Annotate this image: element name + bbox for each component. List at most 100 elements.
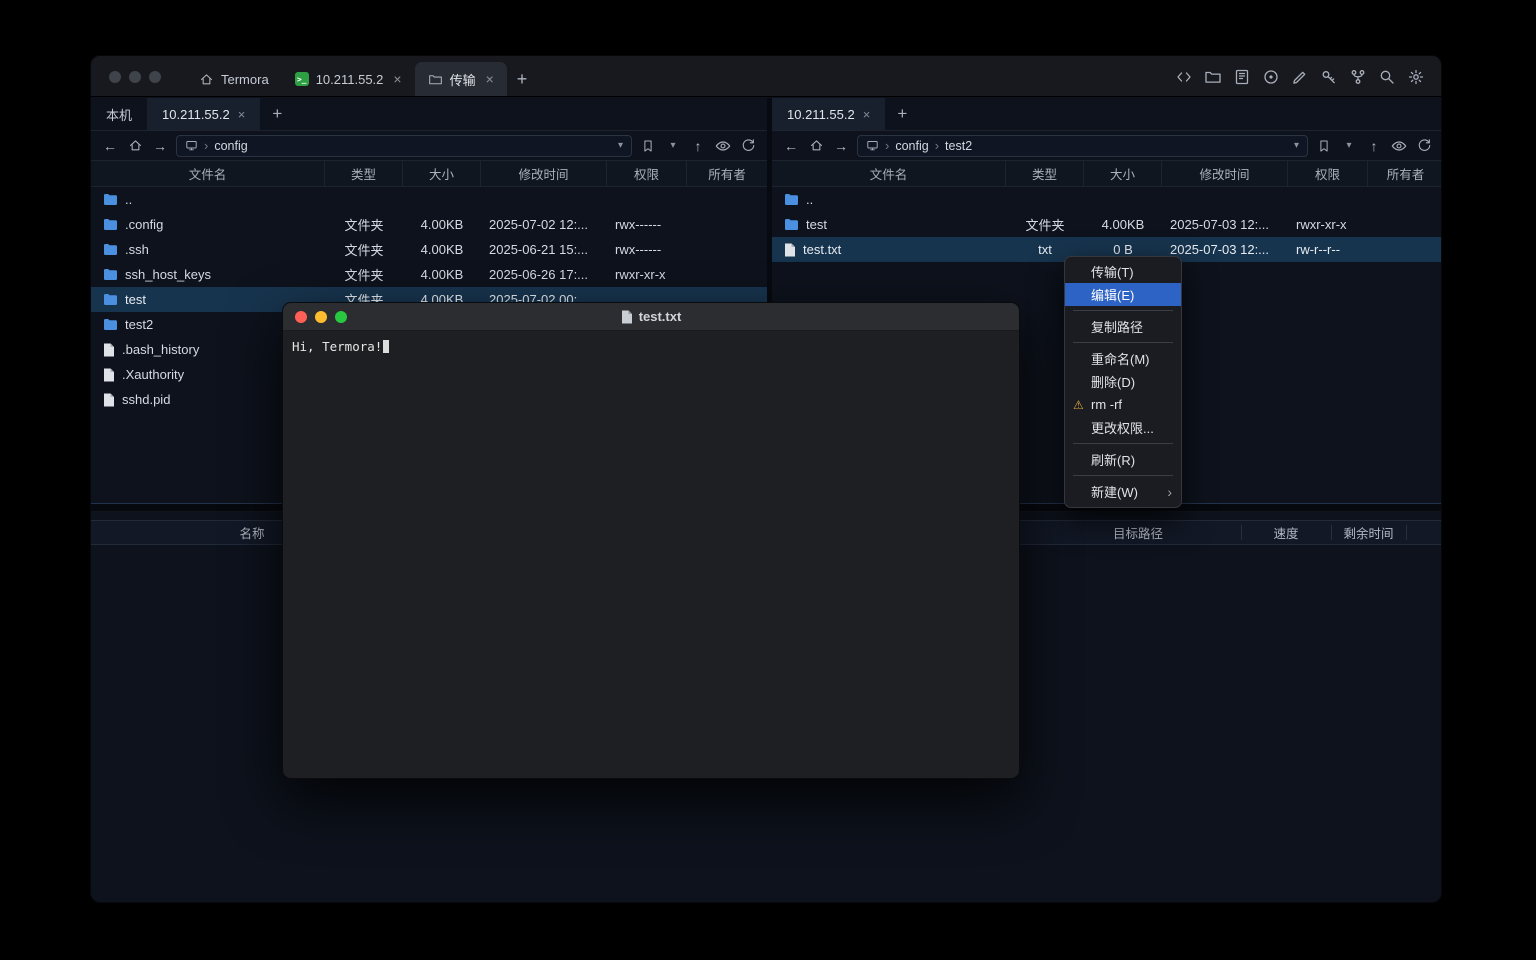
column-header-mtime[interactable]: 修改时间 (481, 161, 607, 186)
tab-ssh-session[interactable]: >_ 10.211.55.2 × (282, 62, 415, 96)
column-header-remaining[interactable]: 剩余时间 (1331, 521, 1406, 544)
file-perm: rwxr-xr-x (607, 262, 687, 287)
minimize-window-button[interactable] (315, 311, 327, 323)
path-breadcrumb[interactable]: › config ▾ (176, 135, 632, 157)
breadcrumb-segment[interactable]: config (895, 139, 928, 153)
back-button[interactable]: ← (101, 138, 119, 154)
folder-icon (1204, 68, 1222, 86)
file-row[interactable]: .config 文件夹 4.00KB 2025-07-02 12:... rwx… (91, 212, 767, 237)
editor-content[interactable]: Hi, Termora! (283, 331, 1019, 779)
file-row[interactable]: .. (91, 187, 767, 212)
tab-termora[interactable]: Termora (186, 62, 282, 96)
refresh-button[interactable] (739, 138, 757, 153)
menu-item-transfer[interactable]: 传输(T) (1065, 260, 1181, 283)
record-button[interactable] (1261, 67, 1280, 86)
forward-button[interactable]: → (832, 138, 850, 154)
tab-local[interactable]: 本机 (91, 98, 147, 130)
column-header-owner[interactable]: 所有者 (687, 161, 767, 186)
forward-button[interactable]: → (151, 138, 169, 154)
code-button[interactable] (1174, 67, 1193, 86)
home-button[interactable] (126, 138, 144, 153)
column-header-type[interactable]: 类型 (325, 161, 403, 186)
home-icon (199, 72, 214, 87)
column-header-target-path[interactable]: 目标路径 (1035, 521, 1241, 544)
column-header-name[interactable]: 文件名 (91, 161, 325, 186)
close-tab-icon[interactable]: × (238, 107, 246, 122)
search-button[interactable] (1377, 67, 1396, 86)
key-icon (1320, 68, 1338, 86)
close-tab-icon[interactable]: × (486, 72, 494, 86)
pencil-icon (1291, 68, 1309, 86)
bookmark-button[interactable] (1315, 139, 1333, 153)
tab-transfer[interactable]: 传输 × (415, 62, 507, 96)
folder-icon (103, 293, 118, 306)
menu-item-edit[interactable]: 编辑(E) (1065, 283, 1181, 306)
file-row[interactable]: test 文件夹 4.00KB 2025-07-03 12:... rwxr-x… (772, 212, 1442, 237)
column-header-perm[interactable]: 权限 (1288, 161, 1368, 186)
column-header-owner[interactable]: 所有者 (1368, 161, 1442, 186)
branch-button[interactable] (1348, 67, 1367, 86)
breadcrumb-segment[interactable]: config (214, 139, 247, 153)
column-header-size[interactable]: 大小 (403, 161, 481, 186)
close-window-button[interactable] (295, 311, 307, 323)
path-breadcrumb[interactable]: › config › test2 ▾ (857, 135, 1308, 157)
refresh-button[interactable] (1415, 138, 1433, 153)
new-panel-tab-button[interactable]: + (885, 98, 919, 130)
minimize-window-button[interactable] (129, 71, 141, 83)
new-tab-button[interactable]: + (507, 62, 538, 96)
left-table-header: 文件名 类型 大小 修改时间 权限 所有者 (91, 161, 767, 187)
keys-button[interactable] (1319, 67, 1338, 86)
window-controls (109, 71, 161, 83)
column-header-mtime[interactable]: 修改时间 (1162, 161, 1288, 186)
menu-item-chmod[interactable]: 更改权限... (1065, 416, 1181, 439)
file-owner (1368, 212, 1442, 237)
menu-separator (1073, 443, 1173, 444)
zoom-window-button[interactable] (335, 311, 347, 323)
file-name-cell: ssh_host_keys (91, 262, 325, 287)
tab-remote-host[interactable]: 10.211.55.2 × (147, 98, 260, 130)
chevron-down-icon[interactable]: ▾ (618, 140, 623, 151)
journal-button[interactable] (1232, 67, 1251, 86)
show-hidden-button[interactable] (714, 138, 732, 154)
menu-item-copy-path[interactable]: 复制路径 (1065, 315, 1181, 338)
column-header-perm[interactable]: 权限 (607, 161, 687, 186)
bookmark-dropdown-icon[interactable]: ▾ (664, 140, 682, 151)
new-panel-tab-button[interactable]: + (260, 98, 294, 130)
file-perm: rwxr-xr-x (1288, 212, 1368, 237)
menu-item-delete[interactable]: 删除(D) (1065, 370, 1181, 393)
upload-button[interactable]: ↑ (1365, 138, 1383, 154)
close-tab-icon[interactable]: × (393, 72, 401, 86)
show-hidden-button[interactable] (1390, 138, 1408, 154)
tab-remote-host[interactable]: 10.211.55.2 × (772, 98, 885, 130)
menu-item-refresh[interactable]: 刷新(R) (1065, 448, 1181, 471)
bookmark-button[interactable] (639, 139, 657, 153)
zoom-window-button[interactable] (149, 71, 161, 83)
back-button[interactable]: ← (782, 138, 800, 154)
file-row[interactable]: ssh_host_keys 文件夹 4.00KB 2025-06-26 17:.… (91, 262, 767, 287)
column-header-type[interactable]: 类型 (1006, 161, 1084, 186)
menu-item-rename[interactable]: 重命名(M) (1065, 347, 1181, 370)
file-row[interactable]: .. (772, 187, 1442, 212)
column-header-size[interactable]: 大小 (1084, 161, 1162, 186)
editor-title-text: test.txt (639, 309, 682, 324)
bookmark-dropdown-icon[interactable]: ▾ (1340, 140, 1358, 151)
folders-button[interactable] (1203, 67, 1222, 86)
column-header-name[interactable]: 文件名 (772, 161, 1006, 186)
file-row[interactable]: .ssh 文件夹 4.00KB 2025-06-21 15:... rwx---… (91, 237, 767, 262)
home-button[interactable] (807, 138, 825, 153)
settings-button[interactable] (1406, 67, 1425, 86)
upload-button[interactable]: ↑ (689, 138, 707, 154)
chevron-down-icon[interactable]: ▾ (1294, 140, 1299, 151)
menu-item-rm-rf[interactable]: ⚠ rm -rf (1065, 393, 1181, 416)
file-mtime (1162, 187, 1288, 212)
breadcrumb-segment[interactable]: test2 (945, 139, 972, 153)
bookmark-icon (1317, 139, 1331, 153)
close-window-button[interactable] (109, 71, 121, 83)
column-header-speed[interactable]: 速度 (1241, 521, 1331, 544)
folder-icon (784, 218, 799, 231)
menu-item-new[interactable]: 新建(W) › (1065, 480, 1181, 503)
file-name-cell: test.txt (772, 237, 1006, 262)
close-tab-icon[interactable]: × (863, 107, 871, 122)
edit-button[interactable] (1290, 67, 1309, 86)
file-owner (1368, 237, 1442, 262)
